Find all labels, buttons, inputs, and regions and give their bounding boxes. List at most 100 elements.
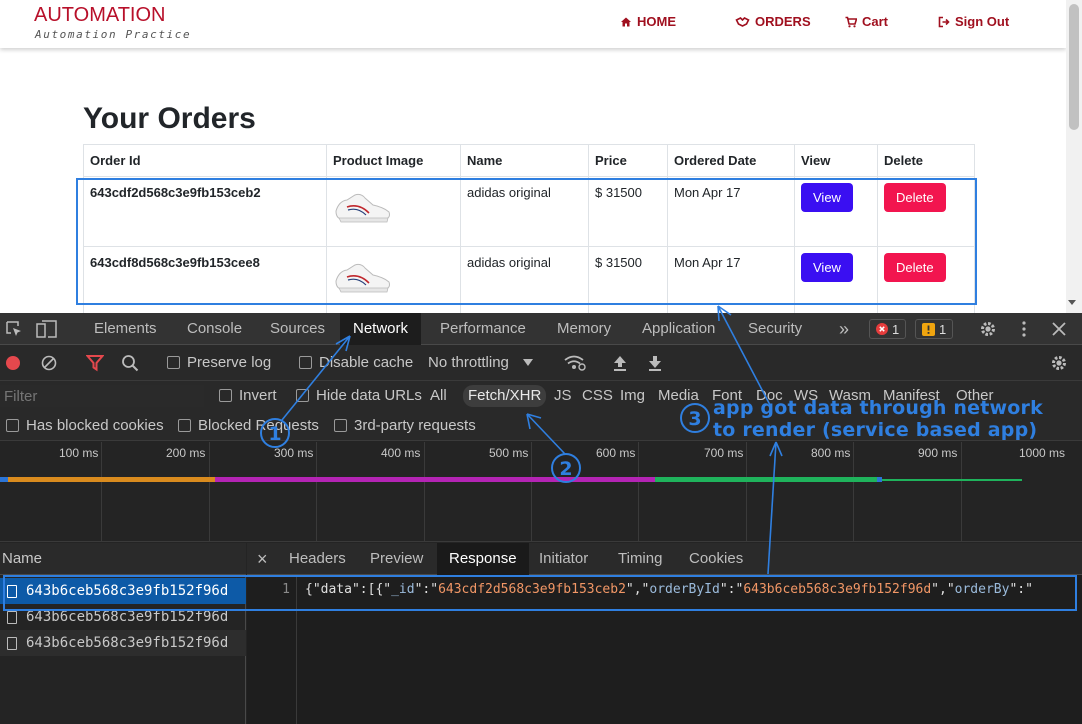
network-conditions-wifi-icon[interactable] [563,353,587,373]
timeline-gridline [316,442,317,542]
request-row[interactable]: 643b6ceb568c3e9fb152f96d [0,604,246,630]
filter-input[interactable] [0,385,204,407]
tab-initiator[interactable]: Initiator [527,543,600,575]
has-blocked-cookies-checkbox[interactable]: Has blocked cookies [6,417,164,434]
type-filter-js[interactable]: JS [549,385,577,407]
tab-sources[interactable]: Sources [257,313,338,345]
type-filter-media[interactable]: Media [653,385,704,407]
col-order-id: Order Id [83,144,327,177]
nav-home-link[interactable]: HOME [620,14,676,29]
view-button[interactable]: View [801,183,853,212]
order-id-cell: 643cdf8d568c3e9fb153cee8 [83,246,327,313]
preserve-log-label: Preserve log [187,354,272,371]
blocked-requests-checkbox[interactable]: Blocked Requests [178,417,319,434]
export-har-download-icon[interactable] [646,353,664,373]
top-navbar: AUTOMATION Automation Practice HOME ORDE… [0,0,1066,48]
more-tabs-chevron-icon[interactable]: » [826,313,862,345]
blocked-requests-label: Blocked Requests [198,417,319,434]
throttling-value: No throttling [428,354,509,371]
nav-home-label: HOME [637,14,676,29]
tab-network[interactable]: Network [340,313,422,345]
type-filter-all[interactable]: All [425,385,452,407]
timeline-label: 700 ms [704,446,744,460]
devtools-settings-gear-icon[interactable] [978,320,998,338]
tab-elements[interactable]: Elements [81,313,170,345]
timeline-label: 600 ms [596,446,636,460]
type-filter-css[interactable]: CSS [577,385,618,407]
device-toolbar-icon[interactable] [36,320,58,338]
devtools-panel: Elements Console Sources Network Perform… [0,313,1082,724]
third-party-requests-checkbox[interactable]: 3rd-party requests [334,417,476,434]
disable-cache-label: Disable cache [319,354,414,371]
error-badge[interactable]: 1 [869,319,907,339]
more-options-kebab-icon[interactable] [1016,320,1032,338]
invert-checkbox[interactable]: Invert [219,387,277,404]
page-scrollbar-thumb[interactable] [1069,4,1079,130]
timeline-gridline [424,442,425,542]
nav-cart-label: Cart [862,14,889,29]
col-delete: Delete [877,144,975,177]
tab-memory[interactable]: Memory [544,313,624,345]
type-filter-fetch-xhr[interactable]: Fetch/XHR [463,385,547,407]
dropdown-arrow-icon [522,359,533,366]
request-row[interactable]: 643b6ceb568c3e9fb152f96d [0,630,246,656]
nav-cart-link[interactable]: Cart [845,14,888,29]
tab-response[interactable]: Response [437,543,529,575]
timeline-label: 500 ms [489,446,529,460]
tab-performance[interactable]: Performance [427,313,539,345]
tab-headers[interactable]: Headers [277,543,358,575]
request-row[interactable]: 643b6ceb568c3e9fb152f96d [0,578,246,604]
view-button[interactable]: View [801,253,853,282]
close-devtools-icon[interactable] [1050,320,1068,338]
network-toolbar: Preserve log Disable cache No throttling [0,345,1082,381]
hide-data-urls-checkbox[interactable]: Hide data URLs [296,387,422,404]
import-har-upload-icon[interactable] [611,353,629,373]
tab-application[interactable]: Application [629,313,728,345]
tab-security[interactable]: Security [735,313,815,345]
delete-button[interactable]: Delete [884,253,946,282]
tab-cookies[interactable]: Cookies [677,543,755,575]
warning-badge[interactable]: 1 [915,319,954,339]
timeline-label: 1000 ms [1019,446,1066,460]
checkbox-box [6,419,19,432]
ordered-date-cell: Mon Apr 17 [667,246,795,313]
clear-icon[interactable] [40,354,58,372]
timeline-gridline [853,442,854,542]
filter-funnel-icon[interactable] [85,353,105,373]
price-cell: $ 31500 [588,246,668,313]
view-cell: View [794,246,878,313]
search-icon[interactable] [120,353,140,373]
record-icon[interactable] [4,354,22,372]
request-name: 643b6ceb568c3e9fb152f96d [26,635,229,651]
inspect-element-icon[interactable] [4,320,24,338]
product-name-cell: adidas original [460,246,589,313]
delete-button[interactable]: Delete [884,183,946,212]
preserve-log-checkbox[interactable]: Preserve log [167,354,271,371]
request-list-name-header[interactable]: Name [0,543,246,575]
table-row: 643cdf2d568c3e9fb153ceb2 adidas original… [83,176,975,247]
network-timeline-overview[interactable]: 100 ms 200 ms 300 ms 400 ms 500 ms 600 m… [0,442,1082,542]
response-body[interactable]: 1 {"data":[{"_id":"643cdf2d568c3e9fb153c… [247,577,1082,724]
warning-count: 1 [939,321,947,337]
throttling-select[interactable]: No throttling [428,354,533,371]
network-settings-gear-icon[interactable] [1048,353,1070,373]
cart-icon [845,16,857,27]
timeline-bar-download [655,477,877,482]
timeline-bar-waiting [8,477,215,482]
type-filter-img[interactable]: Img [615,385,650,407]
request-list: Name 643b6ceb568c3e9fb152f96d 643b6ceb56… [0,543,246,724]
close-detail-icon[interactable]: × [249,543,276,575]
tab-timing[interactable]: Timing [606,543,674,575]
scroll-down-arrow-icon[interactable] [1068,300,1076,305]
nav-signout-link[interactable]: Sign Out [938,14,1009,29]
checkbox-box [299,356,312,369]
nav-orders-link[interactable]: ORDERS [735,14,811,29]
order-id-cell: 643cdf2d568c3e9fb153ceb2 [83,176,327,247]
table-header-row: Order Id Product Image Name Price Ordere… [83,144,975,177]
disable-cache-checkbox[interactable]: Disable cache [299,354,413,371]
col-ordered-date: Ordered Date [667,144,795,177]
tab-console[interactable]: Console [174,313,255,345]
ordered-date-cell: Mon Apr 17 [667,176,795,247]
tab-preview[interactable]: Preview [358,543,435,575]
brand-logo[interactable]: AUTOMATION [34,4,165,27]
